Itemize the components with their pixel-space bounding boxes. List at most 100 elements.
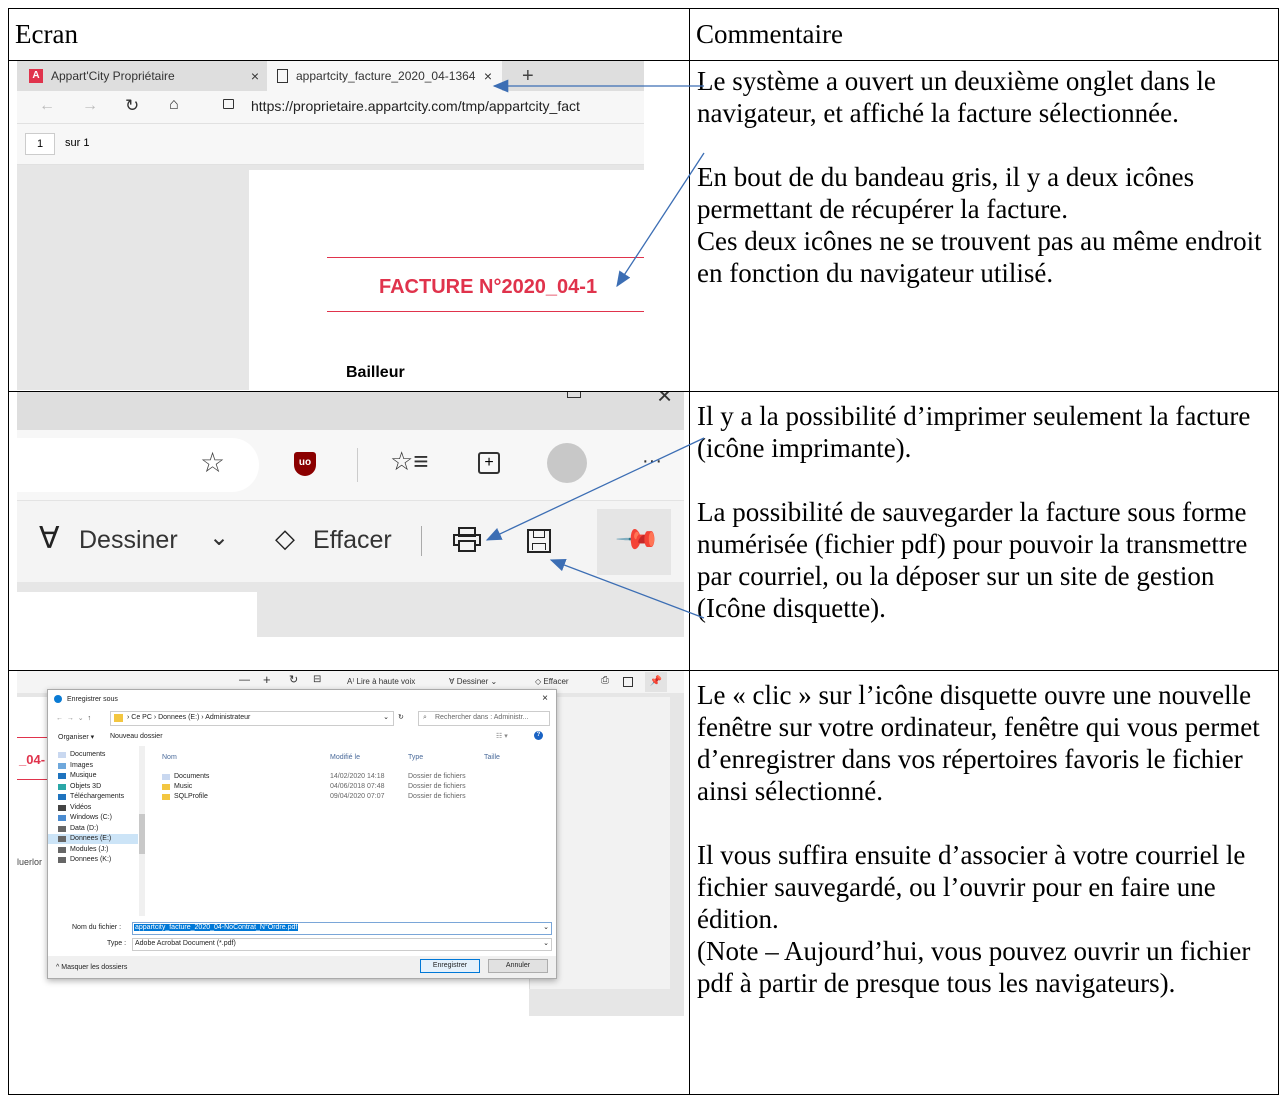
draw-button[interactable]: ∀ Dessiner ⌄: [449, 677, 497, 686]
col-type[interactable]: Type: [408, 754, 423, 761]
pin-icon[interactable]: 📌: [645, 672, 667, 692]
address-toolbar: ☆ uo ☆≡ + ···: [17, 430, 684, 500]
chevron-down-icon[interactable]: ⌄: [543, 939, 549, 947]
row1-comment-p2: En bout de du bandeau gris, il y a deux …: [697, 162, 1195, 224]
tab-appartcity[interactable]: A Appart'City Propriétaire ×: [17, 62, 267, 92]
rotate-icon[interactable]: ↻: [289, 673, 298, 686]
close-icon[interactable]: ×: [251, 68, 259, 84]
nav-item[interactable]: Data (D:): [48, 824, 138, 834]
row2-comment: Il y a la possibilité d’imprimer seuleme…: [691, 393, 1278, 625]
search-input[interactable]: ⌕ Rechercher dans : Administr...: [418, 711, 550, 726]
type-select[interactable]: Adobe Acrobat Document (*.pdf) ⌄: [132, 938, 552, 951]
breadcrumb[interactable]: › Ce PC › Donnees (E:) › Administrateur …: [110, 711, 394, 726]
nav-item[interactable]: Images: [48, 761, 138, 771]
save-floppy-icon[interactable]: [623, 677, 633, 687]
folder-icon: [58, 804, 66, 811]
draw-label: Dessiner: [456, 677, 489, 686]
pdf-page: FACTURE N°2020_04-1 Bailleur: [249, 170, 644, 390]
print-icon[interactable]: [453, 527, 481, 552]
address-bar: ← → ↻ ⌂ https://proprietaire.appartcity.…: [17, 91, 644, 123]
draw-icon[interactable]: ∀: [39, 521, 60, 556]
eraser-icon[interactable]: ◇: [275, 523, 295, 554]
view-options-icon[interactable]: ☷ ▾: [496, 732, 508, 740]
file-row[interactable]: Documents 14/02/2020 14:18 Dossier de fich…: [152, 772, 532, 782]
print-icon[interactable]: ⎙: [601, 675, 609, 686]
up-icon[interactable]: ↑: [88, 715, 92, 722]
ublock-icon[interactable]: uo: [294, 452, 316, 476]
back-icon[interactable]: ←: [56, 715, 63, 722]
nav-item[interactable]: Donnees (E:): [48, 834, 138, 844]
nav-item[interactable]: Téléchargements: [48, 792, 138, 802]
home-icon[interactable]: ⌂: [169, 96, 179, 114]
save-floppy-icon[interactable]: [527, 529, 551, 553]
nav-item[interactable]: Windows (C:): [48, 813, 138, 823]
tab-facture[interactable]: appartcity_facture_2020_04-1364 ×: [267, 61, 502, 91]
erase-button[interactable]: ◇ Effacer: [535, 677, 569, 686]
chevron-down-icon[interactable]: ⌄: [543, 923, 549, 931]
folder-icon: [58, 825, 66, 832]
file-row[interactable]: Music 04/06/2018 07:48 Dossier de fichiers: [152, 782, 532, 792]
nav-item-label: Images: [70, 761, 93, 769]
new-tab-icon[interactable]: +: [522, 65, 534, 88]
search-placeholder: Rechercher dans : Administr...: [435, 714, 529, 721]
restore-icon[interactable]: [567, 392, 581, 398]
nav-item-label: Modules (J:): [70, 845, 109, 853]
nav-item[interactable]: Vidéos: [48, 803, 138, 813]
breadcrumb-path: › Ce PC › Donnees (E:) › Administrateur: [127, 714, 251, 721]
file-type: Dossier de fichiers: [408, 783, 466, 790]
pin-button[interactable]: 📌: [597, 509, 671, 575]
favorite-star-icon[interactable]: ☆: [200, 446, 225, 479]
close-icon[interactable]: ×: [657, 393, 672, 412]
scrollbar[interactable]: [139, 746, 145, 916]
file-row[interactable]: SQLProfile 09/04/2020 07:07 Dossier de fic…: [152, 792, 532, 802]
facture-line-top: [327, 257, 644, 258]
read-aloud-button[interactable]: A⁾ Lire à haute voix: [347, 677, 415, 686]
chevron-down-icon[interactable]: ⌄: [383, 713, 389, 721]
more-icon[interactable]: ···: [642, 450, 662, 473]
erase-label[interactable]: Effacer: [313, 526, 392, 555]
close-icon[interactable]: ×: [484, 68, 492, 84]
url-text[interactable]: https://proprietaire.appartcity.com/tmp/…: [251, 98, 580, 114]
col-modified[interactable]: Modifié le: [330, 754, 360, 761]
col-size[interactable]: Taille: [484, 754, 500, 761]
new-folder-button[interactable]: Nouveau dossier: [110, 733, 163, 740]
back-icon[interactable]: ←: [39, 97, 55, 115]
forward-icon[interactable]: →: [82, 97, 98, 115]
cancel-button[interactable]: Annuler: [488, 959, 548, 973]
fit-page-icon[interactable]: ⊟: [313, 674, 321, 685]
forward-icon[interactable]: →: [67, 715, 74, 722]
folder-icon: [58, 773, 66, 779]
help-icon[interactable]: ?: [534, 731, 543, 740]
profile-avatar-icon[interactable]: [547, 443, 587, 483]
collections-icon[interactable]: +: [478, 452, 500, 474]
nav-item[interactable]: Modules (J:): [48, 845, 138, 855]
navigation-pane: Documents Images Musique Objets 3D Télécharg…: [48, 746, 148, 918]
dropdown-icon[interactable]: ⌄: [78, 715, 84, 722]
organize-menu[interactable]: Organiser ▾: [58, 733, 94, 741]
nav-item[interactable]: Donnees (K:): [48, 855, 138, 865]
col-name[interactable]: Nom: [162, 754, 177, 761]
page-count: sur 1: [65, 137, 90, 149]
page-number-input[interactable]: 1: [25, 133, 55, 155]
chevron-down-icon[interactable]: ⌄: [209, 523, 229, 552]
row1-comment-cell: Le système a ouvert un deuxième onglet d…: [689, 60, 1279, 392]
tab-bar: A Appart'City Propriétaire × appartcity_…: [17, 61, 644, 91]
close-icon[interactable]: ×: [542, 693, 548, 704]
hide-folders-toggle[interactable]: ^ Masquer les dossiers: [56, 964, 127, 971]
row-1: A Appart'City Propriétaire × appartcity_…: [8, 60, 1279, 392]
file-type: Dossier de fichiers: [408, 773, 466, 780]
favorites-list-icon[interactable]: ☆≡: [390, 446, 428, 477]
nav-item[interactable]: Musique: [48, 771, 138, 781]
zoom-in-icon[interactable]: +: [263, 672, 271, 687]
folder-icon: [58, 762, 66, 769]
draw-label[interactable]: Dessiner: [79, 526, 178, 555]
save-button[interactable]: Enregistrer: [420, 959, 480, 973]
refresh-icon[interactable]: ↻: [125, 96, 139, 116]
filename-input[interactable]: appartcity_facture_2020_04-NoContrat_N°O…: [132, 922, 552, 935]
zoom-out-icon[interactable]: —: [239, 674, 250, 686]
refresh-icon[interactable]: ↻: [398, 713, 404, 721]
nav-item[interactable]: Objets 3D: [48, 782, 138, 792]
dialog-title: Enregistrer sous: [66, 695, 118, 703]
folder-icon: [58, 794, 66, 800]
nav-item[interactable]: Documents: [48, 750, 138, 760]
